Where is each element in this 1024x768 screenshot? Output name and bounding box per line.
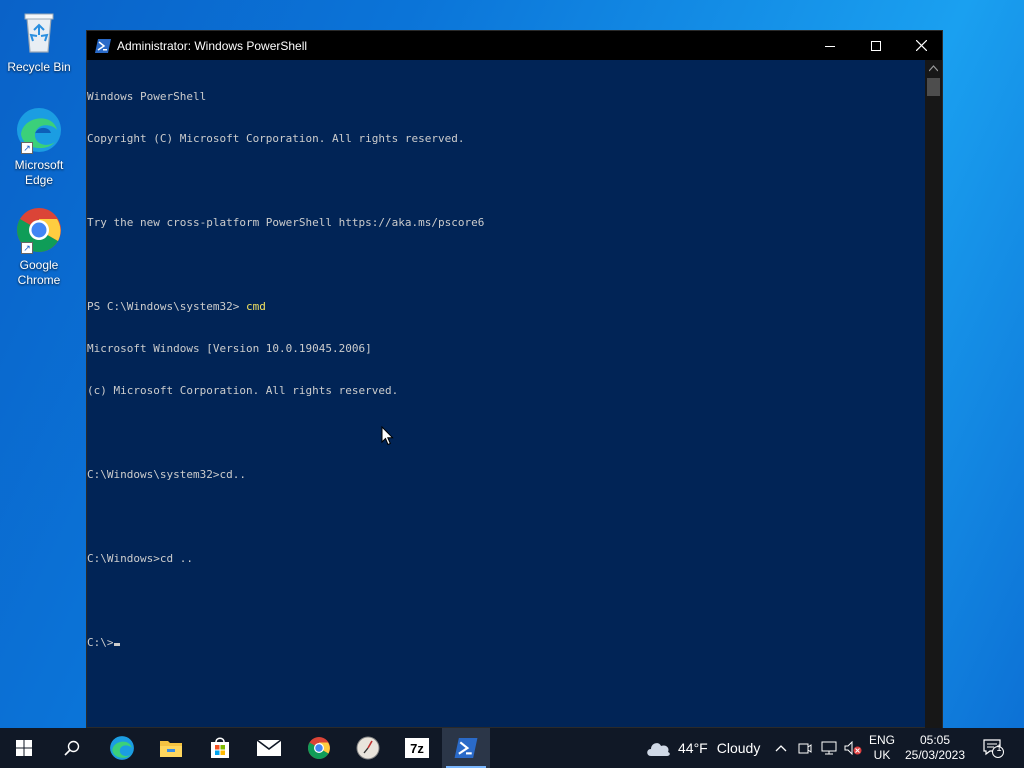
folder-icon [160,741,182,757]
language-code: ENG [868,733,895,747]
chrome-label: Google Chrome [17,258,61,287]
console-line: Copyright (C) Microsoft Corporation. All… [87,132,465,145]
weather-temp: 44°F [678,740,708,756]
language-region: UK [873,748,891,762]
taskbar-file-explorer[interactable] [147,728,195,768]
desktop-icon-chrome[interactable]: ↗ Google Chrome [4,206,74,288]
console-line: Microsoft Windows [Version 10.0.19045.20… [87,342,372,355]
weather-condition: Cloudy [716,740,761,756]
title-bar[interactable]: Administrator: Windows PowerShell [87,31,942,60]
chrome-icon: ↗ [15,206,63,254]
notification-count: 1 [996,743,1002,753]
search-icon [64,740,80,756]
powershell-window[interactable]: Administrator: Windows PowerShell Window… [86,30,943,729]
recycle-bin-label: Recycle Bin [7,60,71,74]
tray-meet-now[interactable] [796,728,814,768]
edge-icon [110,736,134,760]
taskbar-clock-app[interactable] [344,728,392,768]
console-line: Try the new cross-platform PowerShell ht… [87,216,485,229]
window-title: Administrator: Windows PowerShell [117,38,308,53]
network-icon [821,741,837,755]
taskbar: 7z 44°F Cloudy ENG UK 05:05 25/03/2023 1 [0,728,1024,768]
7zip-icon: 7z [405,738,429,758]
scroll-up-arrow-icon[interactable] [929,64,938,72]
console-line: C:\Windows>cd .. [87,552,193,565]
weather-widget[interactable]: 44°F Cloudy [645,728,763,768]
maximize-icon [871,40,881,51]
console-output[interactable]: Windows PowerShell Copyright (C) Microso… [87,60,925,729]
clock-app-icon [356,736,380,760]
vertical-scrollbar[interactable] [925,60,942,729]
cmd-prompt: C:\> [87,636,114,649]
minimize-button[interactable] [807,31,853,60]
clock[interactable]: 05:05 25/03/2023 [902,733,968,763]
edge-icon: ↗ [15,106,63,154]
edge-label: Microsoft Edge [14,158,64,187]
taskbar-chrome[interactable] [295,728,343,768]
start-button[interactable] [0,728,48,768]
taskbar-edge[interactable] [98,728,146,768]
taskbar-7zip[interactable]: 7z [393,728,441,768]
powershell-icon [95,38,111,53]
recycle-bin-icon [15,8,63,56]
cloud-icon [647,743,670,756]
typed-command: cmd [245,300,266,313]
taskbar-powershell[interactable] [442,728,490,768]
text-cursor [113,643,120,646]
shortcut-arrow-icon: ↗ [21,142,33,154]
console-line-current: C:\> [87,636,925,650]
chevron-up-icon [775,745,787,752]
close-icon [915,40,927,51]
scroll-thumb[interactable] [927,78,940,96]
tray-volume[interactable] [843,728,863,768]
mouse-pointer-icon [381,426,394,446]
console-line: C:\Windows\system32>cd.. [87,468,246,481]
console-line: (c) Microsoft Corporation. All rights re… [87,384,399,397]
console-line: Windows PowerShell [87,90,207,103]
minimize-icon [825,45,835,47]
show-hidden-icons-button[interactable] [772,728,790,768]
console-line-prompt: PS C:\Windows\system32> cmd [87,300,925,314]
windows-logo-icon [16,740,32,756]
clock-date: 25/03/2023 [904,748,966,762]
powershell-icon [454,738,478,758]
search-button[interactable] [48,728,96,768]
clock-time: 05:05 [919,733,951,747]
close-button[interactable] [898,31,944,60]
language-indicator[interactable]: ENG UK [866,733,898,763]
store-icon [211,737,229,758]
chrome-icon [308,737,330,759]
desktop-icon-recycle-bin[interactable]: Recycle Bin [4,8,74,75]
taskbar-microsoft-store[interactable] [196,728,244,768]
maximize-button[interactable] [853,31,899,60]
svg-text:7z: 7z [410,741,424,756]
camera-icon [798,743,812,754]
volume-muted-icon [844,741,862,755]
notification-center-button[interactable]: 1 [976,728,1010,768]
desktop-icon-edge[interactable]: ↗ Microsoft Edge [4,106,74,188]
tray-network[interactable] [820,728,838,768]
ps-prompt: PS C:\Windows\system32> [87,300,246,313]
shortcut-arrow-icon: ↗ [21,242,33,254]
taskbar-mail[interactable] [245,728,293,768]
mail-icon [256,739,282,756]
